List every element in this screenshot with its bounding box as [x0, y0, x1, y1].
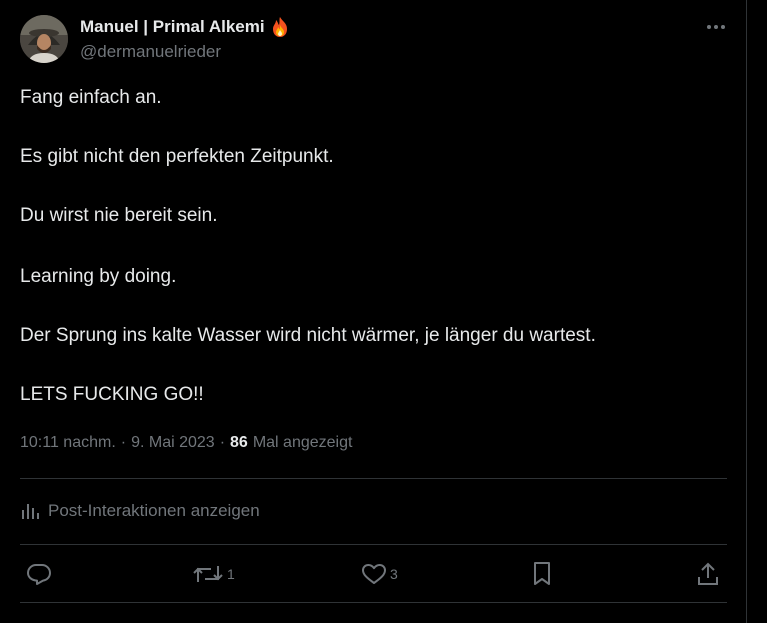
meta-separator: ·	[219, 434, 226, 451]
share-button[interactable]	[696, 561, 720, 587]
post-interactions-link[interactable]: Post-Interaktionen anzeigen	[20, 499, 260, 523]
repost-button[interactable]: 1	[192, 561, 235, 587]
tweet-line: LETS FUCKING GO!!	[20, 384, 204, 405]
tweet-line: Fang einfach an.	[20, 87, 162, 108]
repost-icon	[193, 566, 223, 582]
divider	[20, 478, 727, 479]
tweet-line: Der Sprung ins kalte Wasser wird nicht w…	[20, 325, 596, 346]
like-button[interactable]: 3	[361, 561, 398, 587]
author-name-row: Manuel | Primal Alkemi	[80, 16, 290, 38]
like-count: 3	[390, 566, 398, 582]
share-icon	[698, 562, 718, 585]
column-border	[746, 0, 747, 623]
author-handle[interactable]: @dermanuelrieder	[80, 42, 221, 62]
tweet-text: Fang einfach an. Es gibt nicht den perfe…	[20, 86, 720, 407]
tweet-time[interactable]: 10:11 nachm.	[20, 434, 116, 452]
views-label: Mal angezeigt	[252, 434, 353, 451]
repost-count: 1	[227, 566, 235, 582]
divider	[20, 602, 727, 603]
divider	[20, 544, 727, 545]
reply-button[interactable]	[26, 561, 52, 587]
bookmark-icon	[534, 562, 550, 585]
post-interactions-label: Post-Interaktionen anzeigen	[48, 501, 260, 520]
more-icon	[707, 25, 725, 29]
reply-icon	[27, 564, 51, 585]
tweet-detail: Manuel | Primal Alkemi @dermanuelrieder …	[0, 0, 746, 623]
meta-separator: ·	[120, 434, 127, 451]
bookmark-button[interactable]	[530, 561, 554, 587]
avatar[interactable]	[20, 15, 68, 63]
analytics-icon	[20, 501, 40, 521]
views-count: 86	[230, 434, 248, 451]
tweet-date[interactable]: 9. Mai 2023	[131, 434, 215, 452]
heart-icon	[362, 564, 386, 584]
more-options-button[interactable]	[700, 14, 732, 40]
tweet-line: Du wirst nie bereit sein.	[20, 205, 218, 226]
fire-icon	[270, 16, 290, 38]
author-display-name[interactable]: Manuel | Primal Alkemi	[80, 17, 265, 37]
tweet-meta: 10:11 nachm. · 9. Mai 2023 · 86 Mal ange…	[20, 434, 352, 452]
tweet-line: Learning by doing.	[20, 266, 177, 287]
tweet-line: Es gibt nicht den perfekten Zeitpunkt.	[20, 146, 334, 167]
